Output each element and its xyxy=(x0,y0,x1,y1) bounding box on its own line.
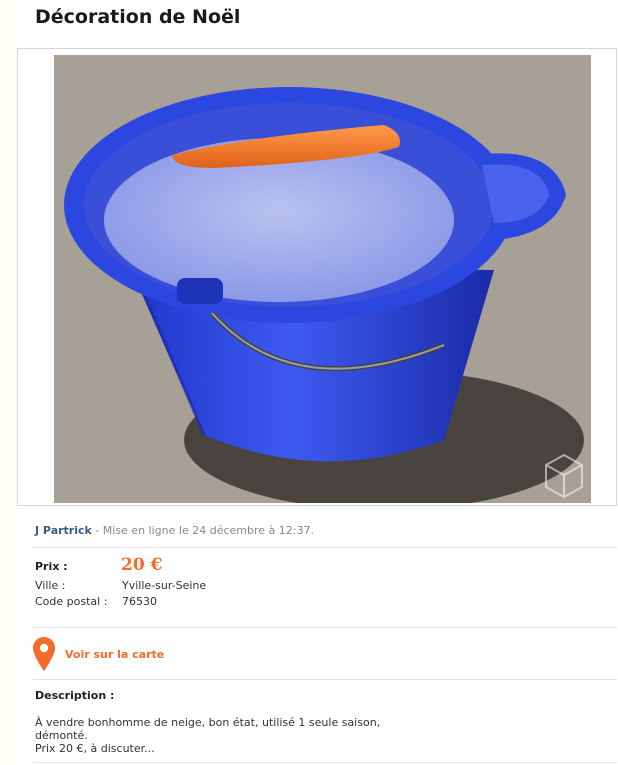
ad-title: Décoration de Noël xyxy=(35,6,241,28)
postal-value: 76530 xyxy=(122,595,157,608)
ad-meta: J Partrick - Mise en ligne le 24 décembr… xyxy=(35,524,314,537)
ad-photo[interactable] xyxy=(54,55,591,503)
price-label: Prix : xyxy=(35,560,68,573)
divider xyxy=(33,547,617,548)
divider xyxy=(33,627,617,628)
description-heading: Description : xyxy=(35,689,115,702)
detail-row-city: Ville : Yville-sur-Seine xyxy=(35,579,206,592)
price-value: 20 € xyxy=(121,555,163,575)
map-pin-icon xyxy=(33,637,55,671)
photo-frame xyxy=(17,48,617,506)
view-map-link[interactable]: Voir sur la carte xyxy=(33,636,233,672)
posted-date: - Mise en ligne le 24 décembre à 12:37. xyxy=(91,524,314,537)
divider xyxy=(33,762,617,763)
postal-label: Code postal : xyxy=(35,595,108,608)
author-link[interactable]: J Partrick xyxy=(35,524,92,537)
bucket-image xyxy=(54,55,591,503)
description-text: À vendre bonhomme de neige, bon état, ut… xyxy=(35,716,381,755)
divider xyxy=(33,679,617,680)
detail-row-postal: Code postal : 76530 xyxy=(35,595,157,608)
view-map-label: Voir sur la carte xyxy=(65,647,165,661)
ad-page: Décoration de Noël J Partrick - Mise en … xyxy=(17,0,618,765)
city-label: Ville : xyxy=(35,579,66,592)
city-value: Yville-sur-Seine xyxy=(122,579,207,592)
